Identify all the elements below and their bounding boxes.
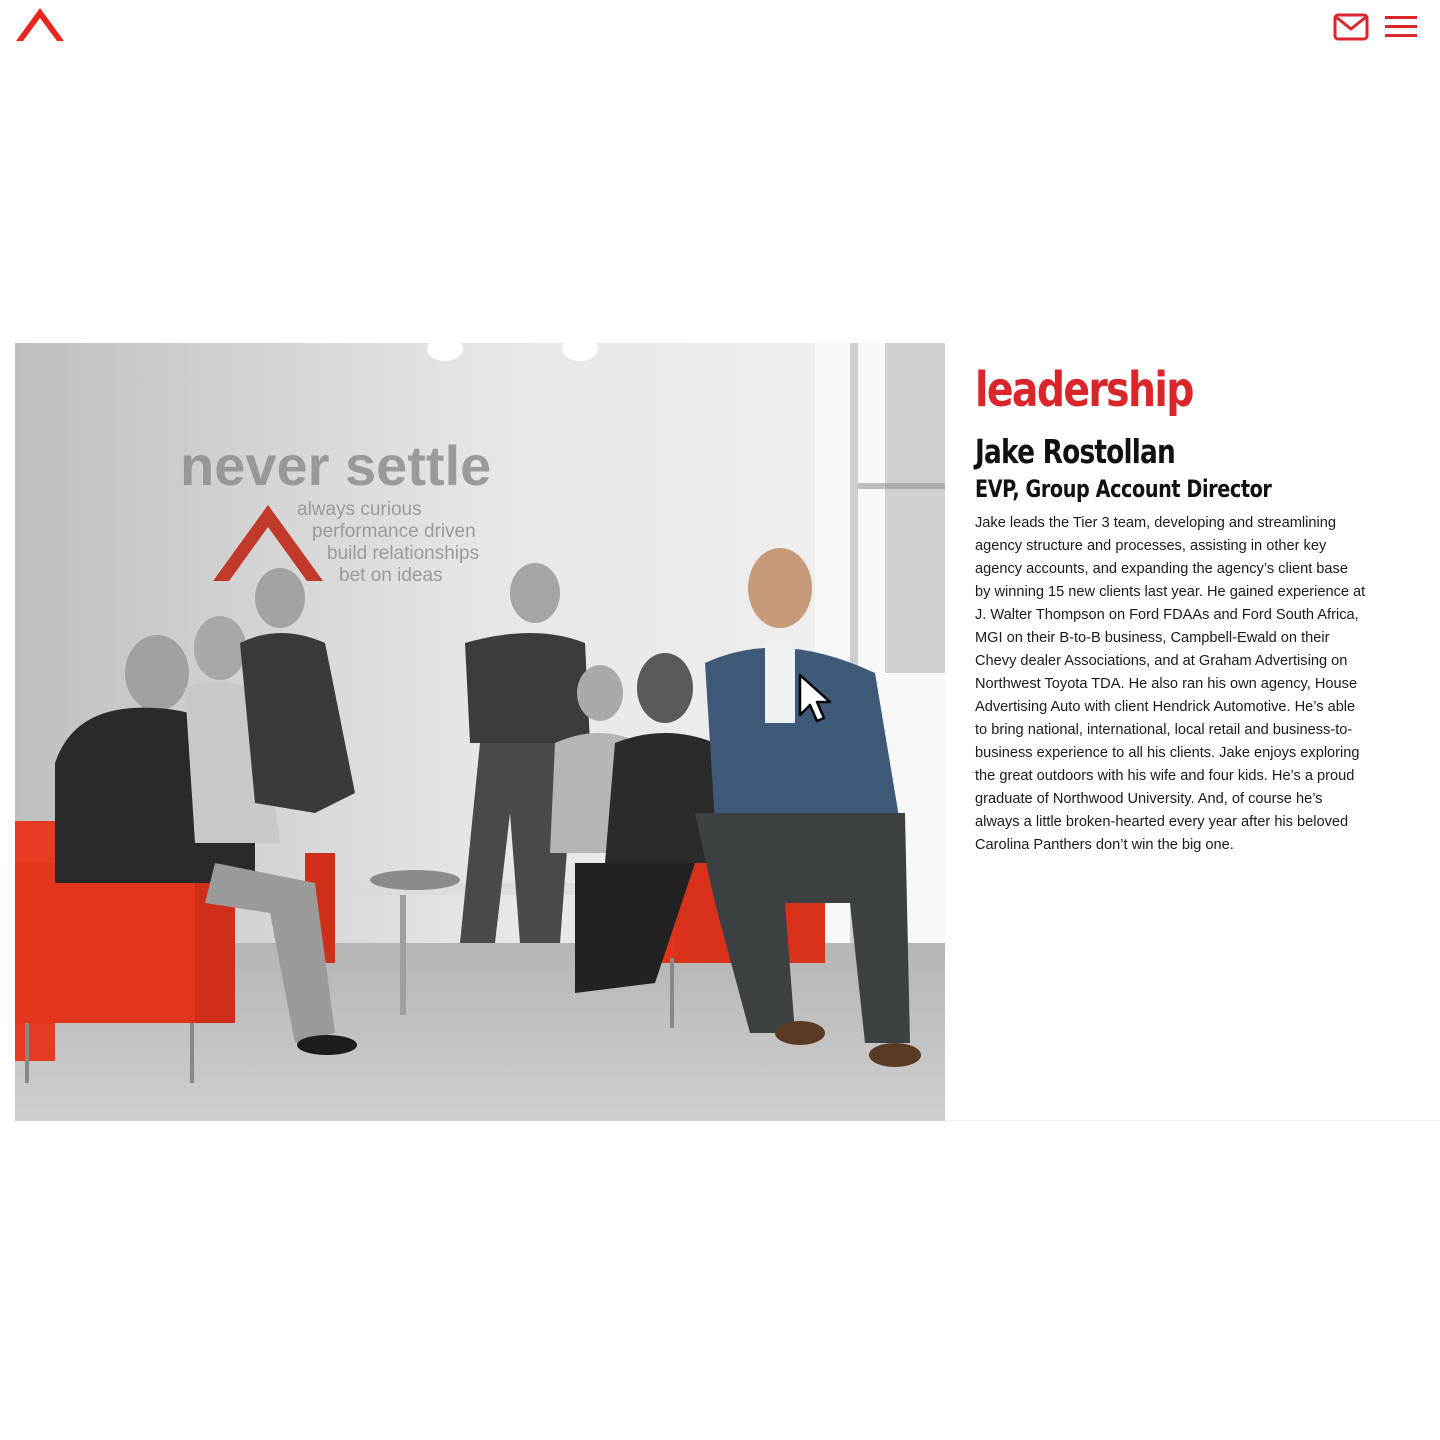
person-role: EVP, Group Account Director bbox=[975, 475, 1272, 503]
wall-value-4: bet on ideas bbox=[339, 565, 443, 586]
wall-headline: never settle bbox=[180, 434, 491, 497]
mail-icon[interactable] bbox=[1333, 12, 1369, 42]
hamburger-menu-icon[interactable] bbox=[1384, 13, 1418, 41]
person-bio: Jake leads the Tier 3 team, developing a… bbox=[975, 515, 1366, 853]
wall-value-3: build relationships bbox=[327, 543, 479, 564]
leadership-bio: leadership Jake Rostollan EVP, Group Acc… bbox=[975, 360, 1370, 857]
wall-value-1: always curious bbox=[297, 499, 422, 520]
person-name: Jake Rostollan bbox=[975, 432, 1176, 471]
leadership-page: never settle always curious performance … bbox=[0, 0, 1440, 1440]
section-divider bbox=[945, 1120, 1440, 1121]
section-title: leadership bbox=[975, 362, 1194, 418]
wall-value-2: performance driven bbox=[312, 521, 476, 542]
logo-icon[interactable] bbox=[14, 6, 66, 44]
team-photo: never settle always curious performance … bbox=[15, 343, 945, 1121]
